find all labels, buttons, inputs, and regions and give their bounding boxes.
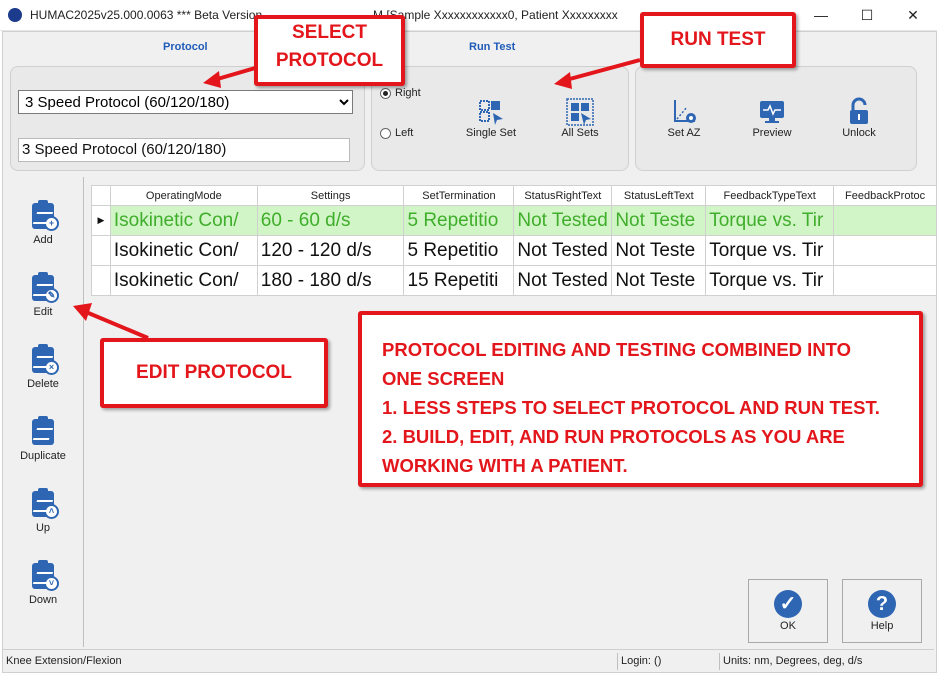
checkmark-icon: ✓ xyxy=(774,590,802,618)
callout-text: PROTOCOL xyxy=(275,50,384,71)
status-joint: Knee Extension/Flexion xyxy=(6,655,122,667)
edit-protocol-arrow xyxy=(85,310,149,340)
callout-text: ONE SCREEN xyxy=(382,368,505,389)
callout-text: 2. BUILD, EDIT, AND RUN PROTOCOLS AS YOU… xyxy=(382,426,845,447)
status-login: Login: () xyxy=(617,653,719,670)
callout-text: PROTOCOL EDITING AND TESTING COMBINED IN… xyxy=(382,339,852,360)
status-units: Units: nm, Degrees, deg, d/s xyxy=(719,653,919,670)
run-test-arrowhead xyxy=(554,72,572,89)
run-test-arrow xyxy=(565,58,641,82)
run-test-callout: RUN TEST xyxy=(640,12,796,68)
ok-label: OK xyxy=(780,620,796,632)
select-protocol-arrowhead xyxy=(203,71,221,88)
help-icon: ? xyxy=(868,590,896,618)
help-button[interactable]: ? Help xyxy=(842,579,922,643)
ok-button[interactable]: ✓ OK xyxy=(748,579,828,643)
select-protocol-callout: SELECT PROTOCOL xyxy=(254,15,405,86)
callout-text: WORKING WITH A PATIENT. xyxy=(382,455,628,476)
summary-callout: PROTOCOL EDITING AND TESTING COMBINED IN… xyxy=(358,311,923,487)
help-label: Help xyxy=(870,620,894,632)
status-bar: Knee Extension/Flexion Login: () Units: … xyxy=(3,649,934,672)
edit-protocol-callout: EDIT PROTOCOL xyxy=(100,338,328,408)
callout-text: 1. LESS STEPS TO SELECT PROTOCOL AND RUN… xyxy=(382,397,880,418)
callout-text: SELECT xyxy=(292,22,367,43)
